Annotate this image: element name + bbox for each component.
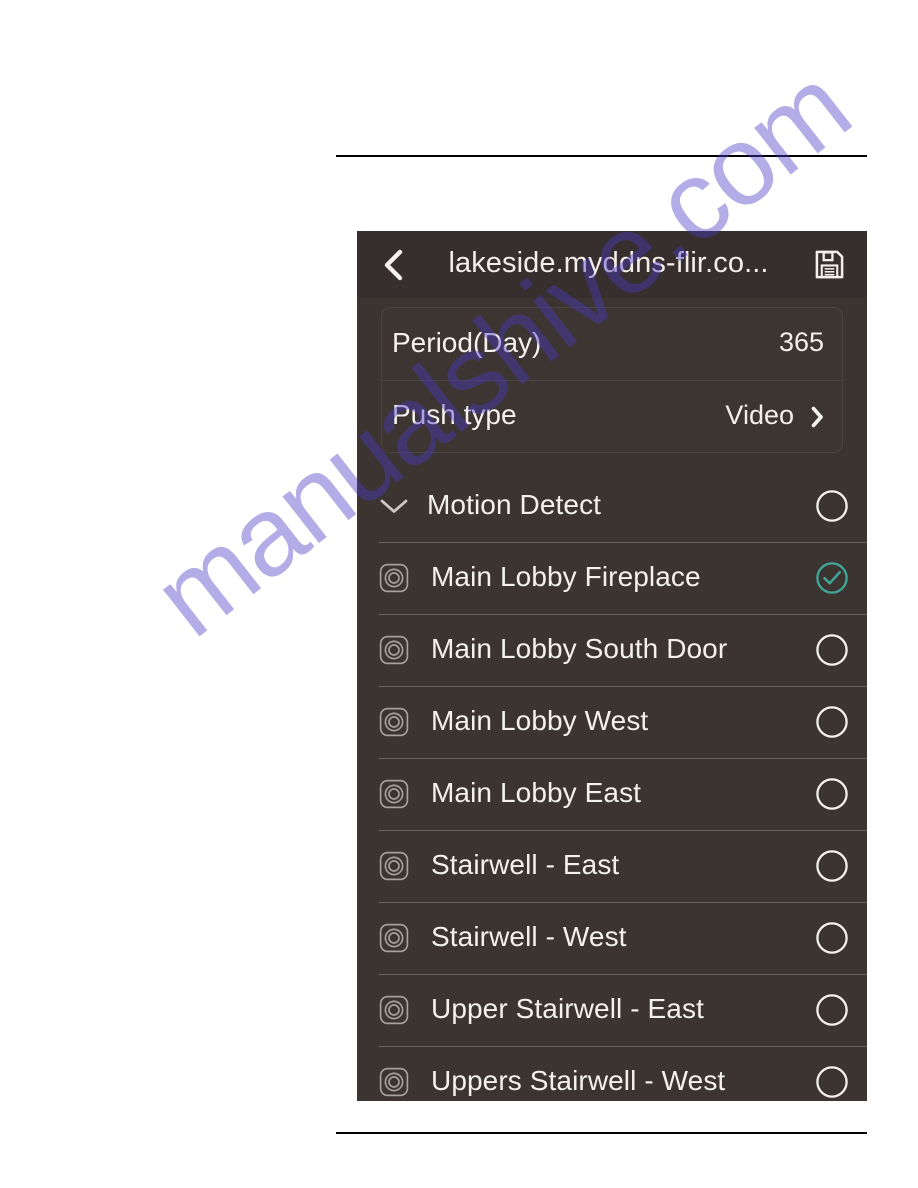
selection-circle-unchecked[interactable] xyxy=(815,489,849,523)
selection-circle-unchecked[interactable] xyxy=(815,849,849,883)
selection-circle-unchecked[interactable] xyxy=(815,633,849,667)
list-row-device[interactable]: Main Lobby South Door xyxy=(357,614,867,686)
selection-circle-unchecked[interactable] xyxy=(815,705,849,739)
list-row-device[interactable]: Stairwell - West xyxy=(357,902,867,974)
device-list: Motion Detect Main Lobby Fireplace Main … xyxy=(357,470,867,1101)
selection-circle-unchecked[interactable] xyxy=(815,1065,849,1099)
list-row-device[interactable]: Main Lobby West xyxy=(357,686,867,758)
floppy-save-icon xyxy=(815,250,844,279)
device-label: Stairwell - West xyxy=(431,920,627,952)
selection-circle-unchecked[interactable] xyxy=(815,921,849,955)
camera-lens-icon xyxy=(379,563,409,593)
list-row-device[interactable]: Uppers Stairwell - West xyxy=(357,1046,867,1101)
chevron-right-icon xyxy=(811,406,823,427)
device-label: Main Lobby Fireplace xyxy=(431,560,701,592)
camera-lens-icon xyxy=(379,995,409,1025)
save-button[interactable] xyxy=(814,249,845,280)
chevron-down-icon[interactable] xyxy=(379,497,409,515)
device-label: Uppers Stairwell - West xyxy=(431,1064,726,1096)
list-row-device[interactable]: Main Lobby East xyxy=(357,758,867,830)
device-label: Stairwell - East xyxy=(431,848,620,880)
device-label: Upper Stairwell - East xyxy=(431,992,704,1024)
app-header: lakeside.myddns-flir.co... xyxy=(357,231,867,298)
setting-value-push-type: Video xyxy=(725,399,794,430)
group-label: Motion Detect xyxy=(427,488,602,520)
list-row-device[interactable]: Upper Stairwell - East xyxy=(357,974,867,1046)
camera-lens-icon xyxy=(379,923,409,953)
camera-lens-icon xyxy=(379,851,409,881)
page-rule-bottom xyxy=(336,1132,867,1134)
app-screenshot-panel: lakeside.myddns-flir.co... Period(Day) 3… xyxy=(357,231,867,1101)
settings-card: Period(Day) 365 Push type Video xyxy=(381,307,843,453)
device-label: Main Lobby South Door xyxy=(431,632,728,664)
list-row-device[interactable]: Stairwell - East xyxy=(357,830,867,902)
camera-lens-icon xyxy=(379,635,409,665)
setting-value-period: 365 xyxy=(778,327,824,357)
selection-circle-unchecked[interactable] xyxy=(815,993,849,1027)
device-label: Main Lobby West xyxy=(431,704,649,736)
list-row-group-motion-detect[interactable]: Motion Detect xyxy=(357,470,867,542)
camera-lens-icon xyxy=(379,707,409,737)
page-title: lakeside.myddns-flir.co... xyxy=(448,247,769,279)
camera-lens-icon xyxy=(379,779,409,809)
back-button[interactable] xyxy=(381,248,407,282)
selection-circle-unchecked[interactable] xyxy=(815,777,849,811)
setting-row-push-type[interactable]: Push type Video xyxy=(382,380,842,452)
camera-lens-icon xyxy=(379,1067,409,1097)
list-row-device[interactable]: Main Lobby Fireplace xyxy=(357,542,867,614)
chevron-left-icon xyxy=(384,249,403,280)
selection-circle-checked[interactable] xyxy=(815,561,849,595)
page-rule-top xyxy=(336,155,867,157)
setting-row-period[interactable]: Period(Day) 365 xyxy=(382,308,842,380)
setting-label-push-type: Push type xyxy=(392,399,517,430)
device-label: Main Lobby East xyxy=(431,776,642,808)
setting-label-period: Period(Day) xyxy=(392,326,542,358)
